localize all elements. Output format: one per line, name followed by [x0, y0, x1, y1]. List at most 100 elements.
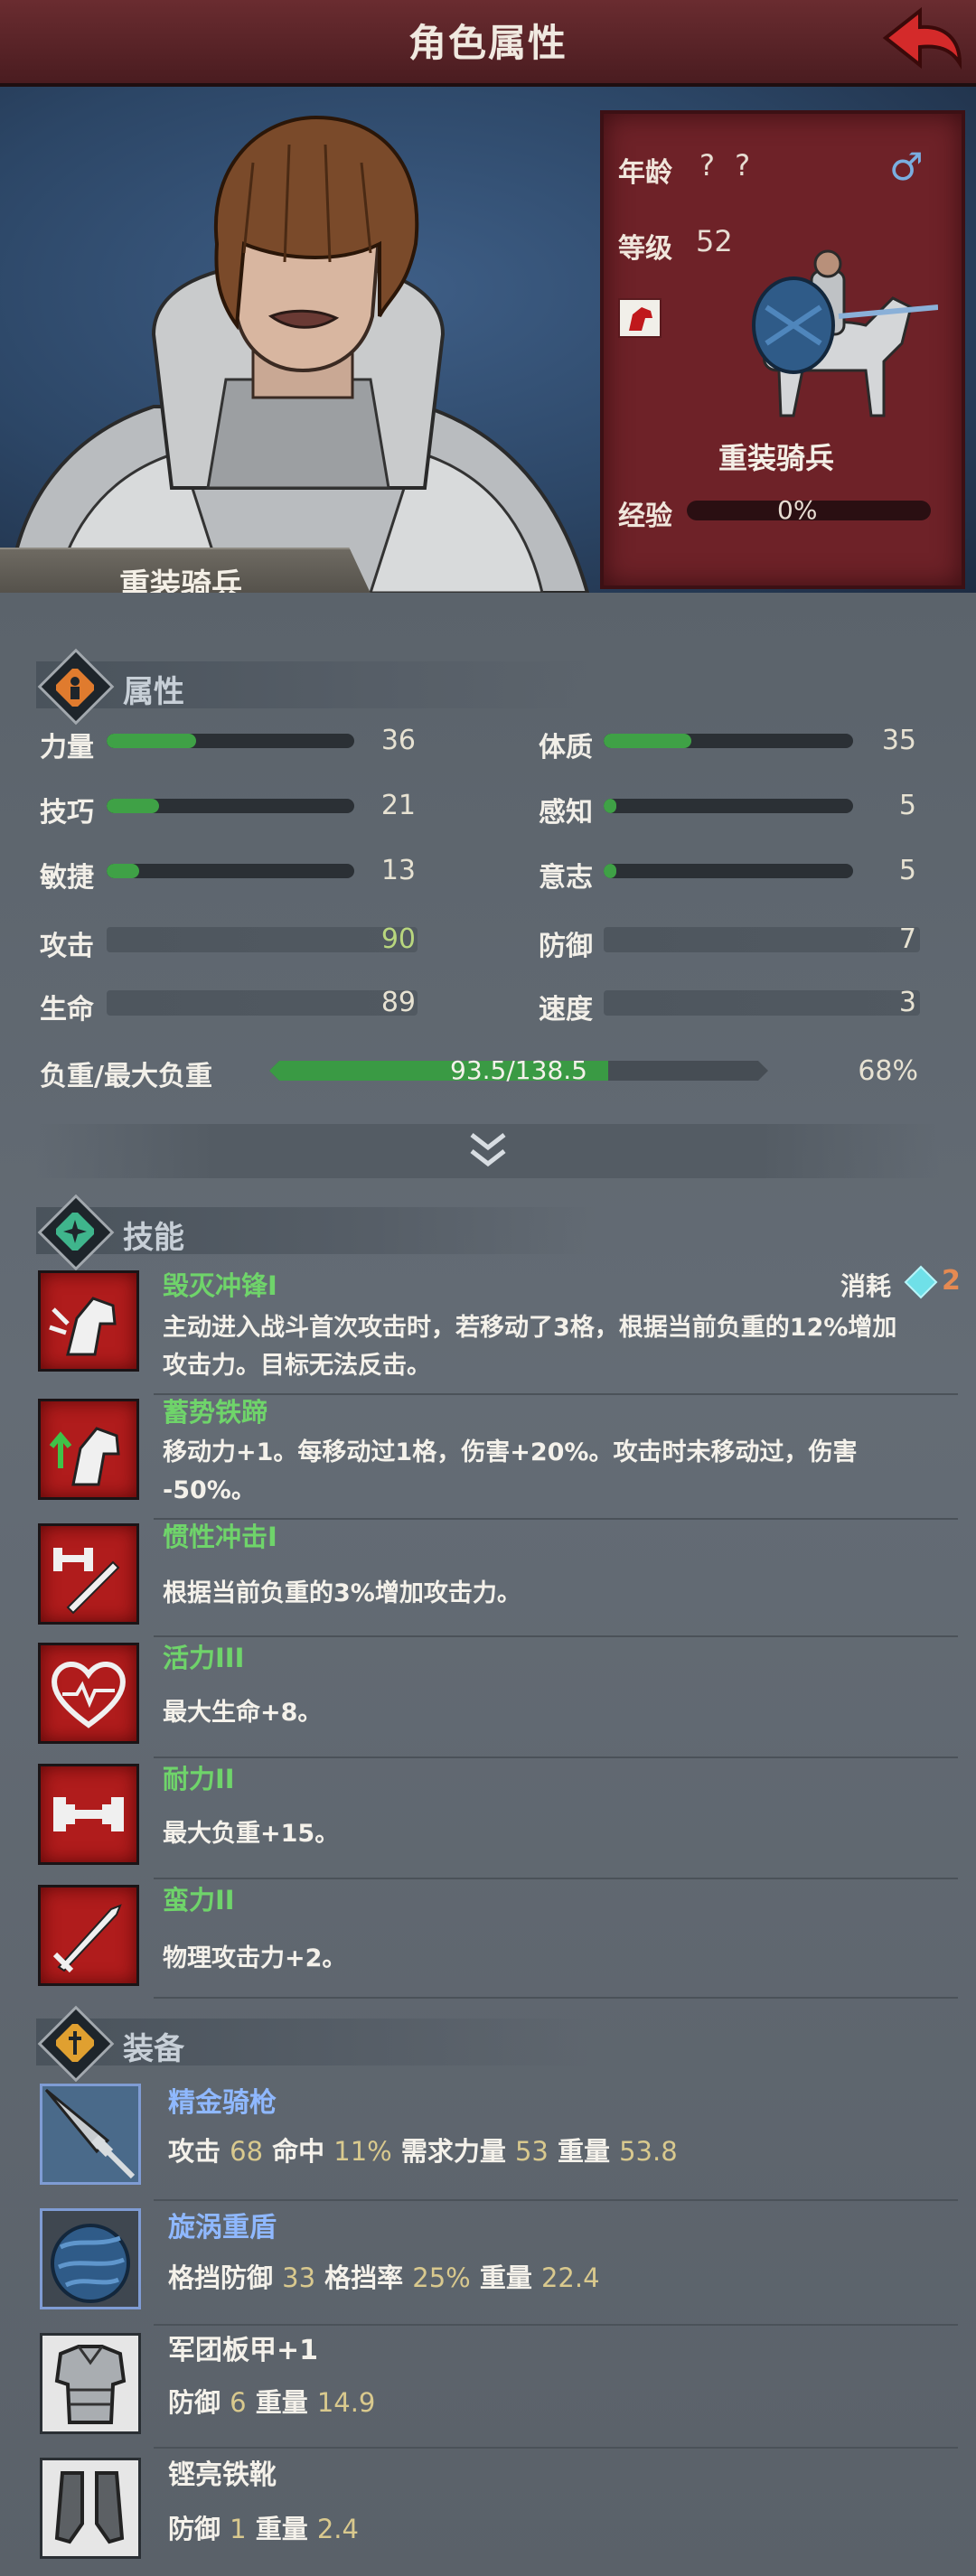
stat-value-skill: 21: [380, 790, 416, 821]
skill-name: 活力III: [163, 1643, 245, 1673]
equip-name: 军团板甲+1: [168, 2335, 319, 2366]
attributes-title: 属性: [123, 674, 184, 710]
stat-value-perception: 5: [898, 790, 916, 821]
stat-bar-constitution: [604, 734, 853, 748]
cost-label: 消耗: [840, 1271, 892, 1301]
stat-label: 重量: [479, 2262, 532, 2293]
horse-head-icon: [618, 298, 662, 338]
dumbbell-icon: [53, 1797, 124, 1831]
equip-stats: 防御 6 重量 14.9: [168, 2382, 375, 2420]
stat-value: 53.8: [619, 2136, 678, 2167]
stat-value: 25%: [412, 2262, 471, 2293]
load-label: 负重/最大负重: [40, 1061, 212, 1092]
stat-label-constitution: 体质: [539, 732, 593, 763]
skill-desc: 根据当前负重的3%增加攻击力。: [163, 1579, 521, 1607]
divider: [154, 1635, 958, 1637]
stat-label: 格挡防御: [168, 2262, 274, 2293]
unit-class-name: 重装骑兵: [718, 441, 834, 475]
back-arrow-icon[interactable]: [875, 4, 965, 76]
divider: [154, 1756, 958, 1758]
stat-value-attack: 90: [380, 923, 416, 955]
age-label: 年龄: [618, 157, 672, 189]
stat-value: 68: [230, 2136, 264, 2167]
stat-label: 防御: [168, 2514, 221, 2544]
armor-icon: [42, 2336, 138, 2431]
cost-value: 2: [942, 1265, 961, 1297]
skill-desc: 移动力+1。每移动过1格，伤害+20%。攻击时未移动过，伤害: [163, 1438, 858, 1466]
stat-value: 1: [230, 2514, 247, 2544]
skill-icon-hoof[interactable]: [38, 1399, 139, 1500]
stat-fill: [107, 864, 139, 878]
cavalry-unit-image: [752, 249, 938, 417]
divider: [154, 2447, 958, 2449]
skill-name: 毁灭冲锋I: [163, 1270, 277, 1301]
skill-name: 惯性冲击I: [163, 1522, 277, 1552]
divider: [154, 2324, 958, 2326]
skill-desc-line2: 攻击力。目标无法反击。: [163, 1352, 431, 1380]
skill-icon-endurance[interactable]: [38, 1764, 139, 1865]
equip-icon-boots[interactable]: [40, 2458, 141, 2559]
stat-bar-will: [604, 864, 853, 878]
expand-chevron-icon[interactable]: [465, 1129, 511, 1171]
stat-label: 格挡率: [324, 2262, 404, 2293]
skill-icon-charge[interactable]: [38, 1270, 139, 1372]
stat-label-speed: 速度: [539, 994, 593, 1026]
stat-value-constitution: 35: [881, 725, 916, 756]
equip-name: 旋涡重盾: [168, 2212, 277, 2243]
load-percent: 68%: [858, 1055, 918, 1087]
stat-value: 14.9: [316, 2387, 376, 2418]
stat-label-attack: 攻击: [40, 931, 94, 962]
stat-fill: [604, 864, 616, 878]
attribute-figure-icon: [56, 669, 94, 707]
stat-label-hp: 生命: [40, 994, 94, 1026]
skill-icon-vitality[interactable]: [38, 1643, 139, 1744]
stat-label-defense: 防御: [539, 931, 593, 962]
stat-label: 防御: [168, 2387, 221, 2418]
stat-label: 需求力量: [400, 2136, 506, 2167]
equip-name: 铿亮铁靴: [168, 2459, 277, 2491]
skill-desc: 最大负重+15。: [163, 1820, 340, 1848]
level-label: 等级: [618, 233, 672, 265]
divider: [154, 1878, 958, 1879]
stat-value: 33: [282, 2262, 316, 2293]
exp-label: 经验: [618, 501, 672, 532]
equip-icon-lance[interactable]: [40, 2084, 141, 2185]
boots-icon: [42, 2460, 138, 2556]
stat-value-hp: 89: [380, 987, 416, 1018]
skills-header: [36, 1207, 596, 1254]
exp-value: 0%: [777, 495, 818, 525]
equip-stats: 攻击 68 命中 11% 需求力量 53 重量 53.8: [168, 2131, 678, 2169]
equip-name: 精金骑枪: [168, 2087, 277, 2119]
stat-label: 重量: [255, 2387, 308, 2418]
stat-label: 命中: [272, 2136, 325, 2167]
skill-name: 耐力II: [163, 1764, 235, 1794]
stat-bar-agility: [107, 864, 354, 878]
age-value: ? ?: [699, 148, 756, 183]
skill-icon-inertia[interactable]: [38, 1523, 139, 1625]
character-portrait: [6, 115, 590, 593]
stat-value-speed: 3: [898, 987, 916, 1018]
stat-label: 攻击: [168, 2136, 221, 2167]
skill-name: 蓄势铁蹄: [163, 1397, 268, 1428]
equip-stats: 格挡防御 33 格挡率 25% 重量 22.4: [168, 2257, 600, 2295]
stat-fill: [604, 799, 616, 813]
sword-icon: [52, 1904, 122, 1973]
stat-value: 2.4: [316, 2514, 359, 2544]
stat-value: 22.4: [540, 2262, 600, 2293]
stat-fill: [107, 734, 196, 748]
stat-bar-skill: [107, 799, 354, 813]
divider: [154, 2199, 958, 2201]
skill-star-icon: [56, 1213, 94, 1251]
stat-fill: [107, 799, 159, 813]
stat-label-agility: 敏捷: [40, 862, 94, 894]
weight-sword-icon: [53, 1548, 120, 1615]
skills-title: 技能: [123, 1220, 184, 1256]
stat-bar-perception: [604, 799, 853, 813]
equip-icon-armor[interactable]: [40, 2333, 141, 2434]
stat-value-defense: 7: [898, 923, 916, 955]
skill-icon-brute[interactable]: [38, 1885, 139, 1986]
lance-icon: [42, 2086, 138, 2182]
skill-desc: 最大生命+8。: [163, 1699, 323, 1727]
equip-icon-shield[interactable]: [40, 2208, 141, 2309]
stat-label: 重量: [557, 2136, 610, 2167]
